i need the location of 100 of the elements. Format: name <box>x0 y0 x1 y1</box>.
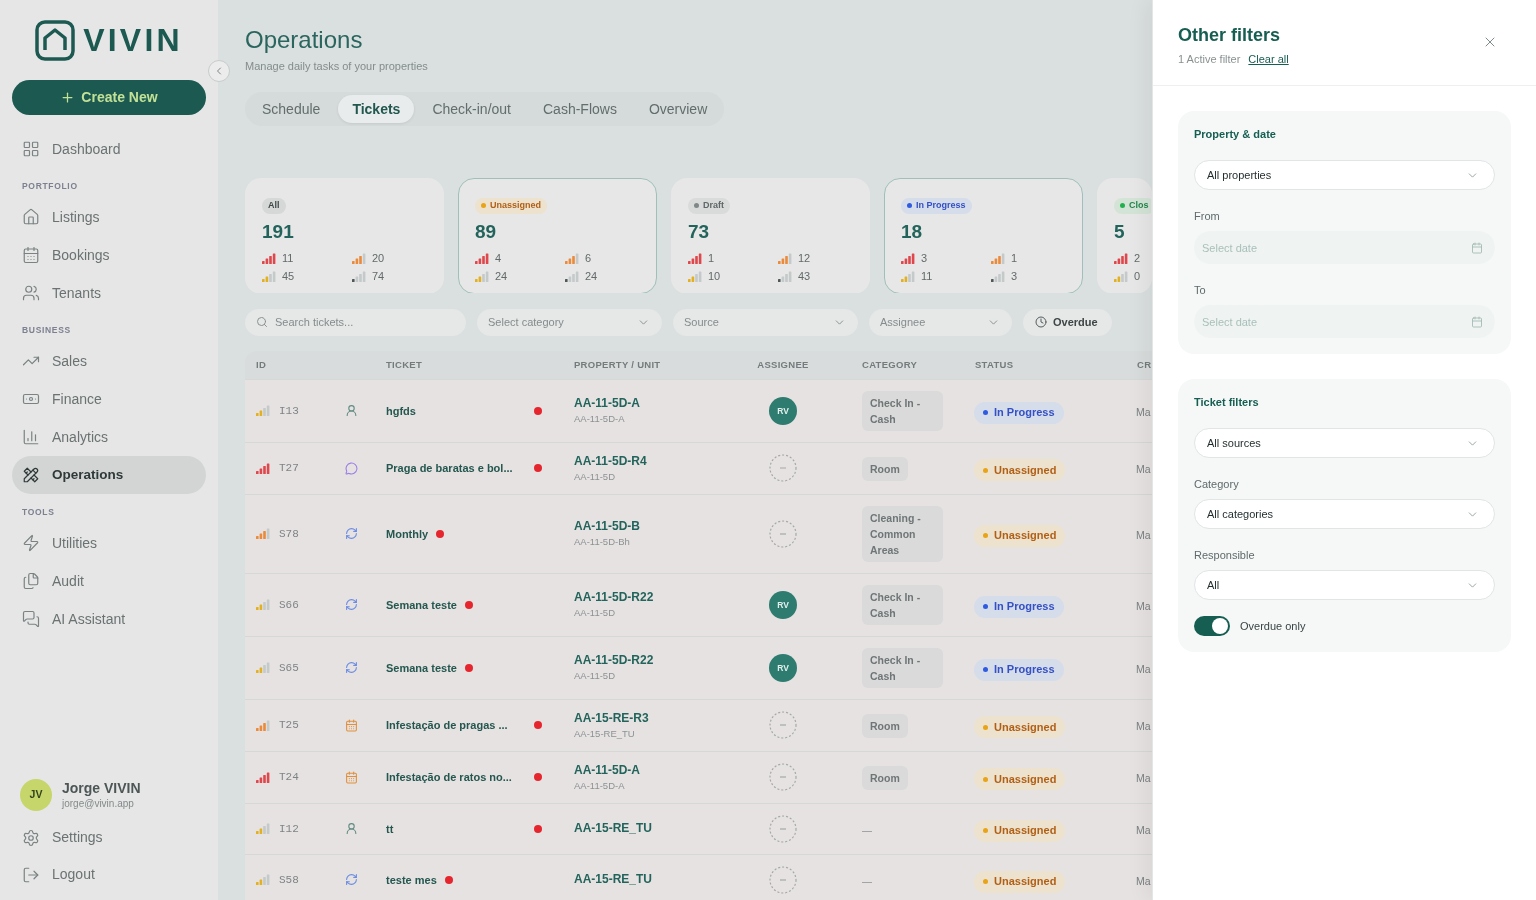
priority-count: 11 <box>282 251 294 267</box>
sidebar-item[interactable]: Bookings <box>12 236 206 274</box>
created-date: Ma <box>1136 405 1151 418</box>
status-card[interactable]: Draft 73 1 12 10 43 <box>671 178 870 293</box>
lightning-icon <box>22 534 40 552</box>
logo-mark-icon <box>35 19 76 61</box>
column-header: PROPERTY / UNIT <box>574 357 661 372</box>
priority-count: 24 <box>585 269 598 285</box>
sidebar-item[interactable]: Logout <box>12 856 206 893</box>
calendar-icon <box>1471 241 1483 254</box>
ticket-id: T24 <box>279 770 299 786</box>
category-tag: Check In - Cash <box>862 647 943 688</box>
ticket-title: tt <box>386 821 394 836</box>
status-badge: Unassigned <box>974 459 1066 482</box>
priority-count: 4 <box>495 251 502 267</box>
signal-bars-icon <box>262 271 276 282</box>
select-dropdown[interactable]: All sources <box>1194 428 1495 458</box>
tab[interactable]: Schedule <box>248 95 335 123</box>
category-tag: Room <box>862 713 908 738</box>
status-badge: Unassigned <box>974 870 1066 893</box>
page-subtitle: Manage daily tasks of your properties <box>245 59 428 73</box>
tab[interactable]: Overview <box>634 95 722 123</box>
status-card[interactable]: In Progress 18 3 1 11 3 <box>884 178 1083 293</box>
calendar-icon <box>345 718 358 732</box>
signal-bars-icon <box>262 253 276 264</box>
sidebar-item[interactable]: Tenants <box>12 274 206 312</box>
category-tag: Room <box>862 765 908 790</box>
property-code: AA-11-5D-A <box>574 396 640 412</box>
select-dropdown[interactable]: Select category <box>477 308 662 336</box>
toggle-switch[interactable] <box>1194 616 1230 636</box>
select-dropdown[interactable]: All <box>1194 570 1495 600</box>
sidebar-item[interactable]: AI Assistant <box>12 600 206 638</box>
signal-bars-icon <box>256 823 270 835</box>
status-card[interactable]: Clos 5 2 0 <box>1097 178 1152 293</box>
property-code: AA-11-5D-R22 <box>574 590 654 606</box>
grid-icon <box>22 140 40 158</box>
assignee-avatar: RV <box>769 396 797 425</box>
status-badge: Draft <box>688 197 730 214</box>
create-new-button[interactable]: Create New <box>12 80 206 115</box>
user-email: jorge@vivin.app <box>62 797 135 810</box>
select-dropdown[interactable]: All categories <box>1194 499 1495 529</box>
search-field[interactable]: Search tickets... <box>245 308 466 336</box>
count-value: 89 <box>475 221 497 243</box>
tab[interactable]: Tickets <box>338 95 415 123</box>
sidebar-item[interactable]: Utilities <box>12 524 206 562</box>
page-title: Operations <box>245 26 363 54</box>
section-heading: BUSINESS <box>22 324 71 336</box>
property-code: AA-15-RE-R3 <box>574 710 649 726</box>
status-dot-icon <box>983 604 988 610</box>
signal-bars-icon <box>352 253 366 264</box>
property-code: AA-15-RE_TU <box>574 821 652 837</box>
ticket-title: Semana teste <box>386 660 457 675</box>
tab[interactable]: Cash-Flows <box>529 95 631 123</box>
property-code: AA-11-5D-R4 <box>574 453 647 469</box>
sidebar-item[interactable]: Listings <box>12 198 206 236</box>
priority-count: 1 <box>1011 251 1018 267</box>
status-badge: Unassigned <box>974 716 1066 739</box>
overdue-button[interactable]: Overdue <box>1023 308 1112 336</box>
category-tag: Check In - Cash <box>862 584 943 625</box>
ticket-title: teste mes <box>386 872 437 887</box>
status-card[interactable]: Unassigned 89 4 6 24 24 <box>458 178 657 293</box>
property-code: AA-11-5D-R22 <box>574 653 654 669</box>
bar-chart-icon <box>22 428 40 446</box>
sidebar-item[interactable]: Analytics <box>12 418 206 456</box>
select-dropdown[interactable]: Assignee <box>869 308 1012 336</box>
priority-count: 12 <box>798 251 811 267</box>
tab[interactable]: Check-in/out <box>418 95 525 123</box>
ticket-id: S58 <box>279 872 299 888</box>
select-dropdown[interactable]: All properties <box>1194 160 1495 190</box>
sidebar-item[interactable]: Sales <box>12 342 206 380</box>
calendar-icon <box>1471 315 1483 328</box>
signal-bars-icon <box>901 253 915 264</box>
ticket-id: I13 <box>279 403 299 419</box>
signal-bars-icon <box>256 462 270 474</box>
signal-bars-icon <box>256 771 270 783</box>
section-title: Property & date <box>1194 127 1276 141</box>
sidebar-item[interactable]: Audit <box>12 562 206 600</box>
sidebar-item[interactable]: Dashboard <box>12 130 206 168</box>
status-dot-icon <box>983 667 988 673</box>
signal-bars-icon <box>1114 253 1128 264</box>
category-tag: Check In - Cash <box>862 390 943 431</box>
column-header: ASSIGNEE <box>757 357 809 372</box>
ticket-title: Semana teste <box>386 597 457 612</box>
field-label: Category <box>1194 478 1239 490</box>
sidebar-item[interactable]: Operations <box>12 456 206 494</box>
status-dot-icon <box>481 203 486 208</box>
status-badge: Clos <box>1114 197 1151 214</box>
date-field[interactable]: Select date <box>1194 305 1495 338</box>
status-card[interactable]: All 191 11 20 45 74 <box>245 178 444 293</box>
date-field[interactable]: Select date <box>1194 231 1495 264</box>
sidebar-item[interactable]: Finance <box>12 380 206 418</box>
column-header: CATEGORY <box>862 357 918 372</box>
sidebar-item[interactable]: Settings <box>12 819 206 856</box>
unit-code: AA-11-5D <box>574 470 615 483</box>
plus-icon <box>60 90 76 105</box>
created-date: Ma <box>1136 720 1151 733</box>
select-dropdown[interactable]: Source <box>673 308 858 336</box>
files-icon <box>22 572 40 590</box>
ticket-id: S78 <box>279 526 299 542</box>
clear-all-link[interactable]: Clear all <box>1248 51 1289 68</box>
